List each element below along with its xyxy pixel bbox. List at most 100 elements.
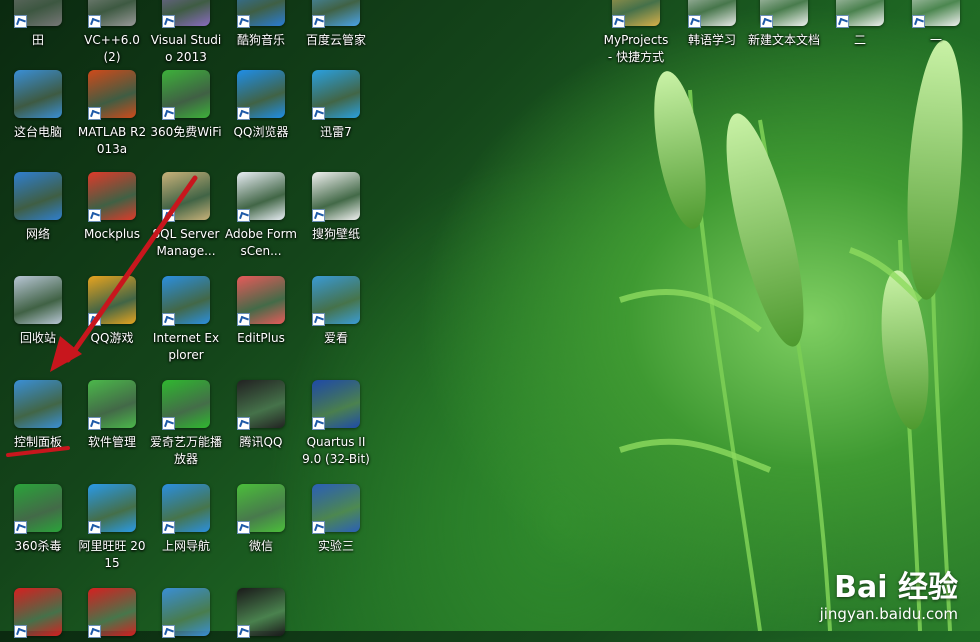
desktop-icon[interactable]: 搜狗壁纸 xyxy=(300,172,372,243)
shortcut-arrow-icon xyxy=(162,313,175,326)
desktop-icon[interactable]: Quartus II 9.0 (32-Bit) xyxy=(300,380,372,468)
desktop-icon[interactable]: 360免费WiFi xyxy=(150,70,222,141)
shortcut-arrow-icon xyxy=(912,15,925,28)
thunder-icon xyxy=(312,70,360,120)
desktop-icon[interactable]: 实验三 xyxy=(300,484,372,555)
desktop-icon[interactable]: 这台电脑 xyxy=(2,70,74,141)
desktop-icon[interactable]: EditPlus xyxy=(225,276,297,347)
desktop-icon[interactable]: 一 xyxy=(900,0,972,49)
shortcut-arrow-icon xyxy=(237,417,250,430)
desktop-icon[interactable]: 软件管理 xyxy=(76,380,148,451)
desktop-icon-label: Internet Explorer xyxy=(152,331,220,362)
iqiyi-icon xyxy=(162,380,210,430)
desktop-icon[interactable]: MATLAB R2013a xyxy=(76,70,148,158)
desktop-icon[interactable]: Adobe FormsCen... xyxy=(225,172,297,260)
desktop-icon-label: 软件管理 xyxy=(87,435,136,449)
desktop-icon[interactable]: 阿里旺旺 2015 xyxy=(76,484,148,572)
desktop-icon[interactable]: QQ浏览器 xyxy=(225,70,297,141)
desktop-icon[interactable]: 爱看 xyxy=(300,276,372,347)
network-icon xyxy=(14,172,62,220)
desktop-icon-label: 上网导航 xyxy=(161,539,210,553)
desktop-icon-label: QQ游戏 xyxy=(90,331,134,345)
shortcut-arrow-icon xyxy=(760,15,773,28)
desktop-icon[interactable]: 百度云管家 xyxy=(300,0,372,49)
desktop-icon-label: 迅雷7 xyxy=(320,125,352,139)
control-panel-icon xyxy=(14,380,62,428)
shortcut-arrow-icon xyxy=(612,15,625,28)
word-doc-icon xyxy=(312,484,360,534)
shortcut-arrow-icon xyxy=(688,15,701,28)
desktop-icon-label: 360杀毒 xyxy=(14,539,62,553)
shortcut-arrow-icon xyxy=(312,15,325,28)
desktop-icon[interactable]: 360杀毒 xyxy=(2,484,74,555)
shortcut-arrow-icon xyxy=(312,521,325,534)
shortcut-arrow-icon xyxy=(88,107,101,120)
folder-icon xyxy=(688,0,736,28)
desktop-icon[interactable] xyxy=(150,588,222,642)
qq-icon xyxy=(237,380,285,430)
desktop-icon[interactable]: Internet Explorer xyxy=(150,276,222,364)
desktop-icon[interactable]: 腾讯QQ xyxy=(225,380,297,451)
desktop-icon[interactable]: 上网导航 xyxy=(150,484,222,555)
ie-nav-icon xyxy=(162,484,210,534)
sogou-wallpaper-icon xyxy=(312,172,360,222)
desktop-icon[interactable]: 控制面板 xyxy=(2,380,74,451)
desktop-icon[interactable]: Visual Studio 2013 xyxy=(150,0,222,66)
software-manager-icon xyxy=(88,380,136,430)
desktop-icon[interactable] xyxy=(225,588,297,642)
shortcut-arrow-icon xyxy=(88,209,101,222)
desktop-icon[interactable]: 酷狗音乐 xyxy=(225,0,297,49)
desktop-icon-label: 二 xyxy=(853,33,866,47)
shortcut-arrow-icon xyxy=(312,107,325,120)
baidu-watermark: Bai 经验 jingyan.baidu.com xyxy=(820,571,958,624)
desktop-icon-label: 实验三 xyxy=(317,539,354,553)
desktop-icon[interactable]: Mockplus xyxy=(76,172,148,243)
shortcut-arrow-icon xyxy=(14,521,27,534)
desktop-icon-label: QQ浏览器 xyxy=(233,125,289,139)
desktop-icon[interactable]: 新建文本文档 xyxy=(748,0,820,49)
desktop-icon[interactable]: 网络 xyxy=(2,172,74,243)
shortcut-arrow-icon xyxy=(88,417,101,430)
desktop-icon-label: Mockplus xyxy=(83,227,141,241)
shortcut-arrow-icon xyxy=(237,521,250,534)
desktop-icon[interactable] xyxy=(76,588,148,642)
shortcut-arrow-icon xyxy=(162,417,175,430)
desktop-icon-label: 网络 xyxy=(25,227,50,241)
shortcut-arrow-icon xyxy=(312,209,325,222)
desktop-icon[interactable]: 二 xyxy=(824,0,896,49)
desktop-icon-label: 韩语学习 xyxy=(687,33,736,47)
desktop-icon-label: MyProjects - 快捷方式 xyxy=(603,33,669,64)
desktop-icon[interactable]: 爱奇艺万能播放器 xyxy=(150,380,222,468)
desktop-icon-label: 微信 xyxy=(248,539,273,553)
desktop-icon[interactable]: SQL Server Manage... xyxy=(150,172,222,260)
shortcut-arrow-icon xyxy=(312,313,325,326)
shortcut-arrow-icon xyxy=(88,313,101,326)
shortcut-arrow-icon xyxy=(88,15,101,28)
editplus-icon xyxy=(237,276,285,326)
desktop-icon[interactable]: QQ游戏 xyxy=(76,276,148,347)
shortcut-arrow-icon xyxy=(237,625,250,638)
desktop-icon[interactable]: 迅雷7 xyxy=(300,70,372,141)
desktop-icon[interactable] xyxy=(2,588,74,642)
shortcut-arrow-icon xyxy=(88,625,101,638)
desktop-icon[interactable]: MyProjects - 快捷方式 xyxy=(600,0,672,66)
ie-icon xyxy=(162,276,210,326)
desktop-icon[interactable]: 回收站 xyxy=(2,276,74,347)
desktop-icon[interactable]: 微信 xyxy=(225,484,297,555)
vc-icon xyxy=(88,0,136,28)
desktop-icon-label: Visual Studio 2013 xyxy=(150,33,222,64)
desktop-icon-label: MATLAB R2013a xyxy=(77,125,147,156)
wifi-icon xyxy=(162,70,210,120)
desktop-icon-label: SQL Server Manage... xyxy=(152,227,220,258)
partial-icon xyxy=(14,0,62,28)
desktop-icon[interactable]: 田 xyxy=(2,0,74,49)
qq-game-icon xyxy=(88,276,136,326)
text-doc-icon xyxy=(760,0,808,28)
shortcut-arrow-icon xyxy=(162,209,175,222)
wechat-icon xyxy=(237,484,285,534)
desktop-icon[interactable]: 韩语学习 xyxy=(676,0,748,49)
desktop-icon[interactable]: VC++6.0 (2) xyxy=(76,0,148,66)
quartus-icon xyxy=(312,380,360,430)
sql-server-icon xyxy=(162,172,210,222)
desktop-icon-label: 腾讯QQ xyxy=(239,435,283,449)
